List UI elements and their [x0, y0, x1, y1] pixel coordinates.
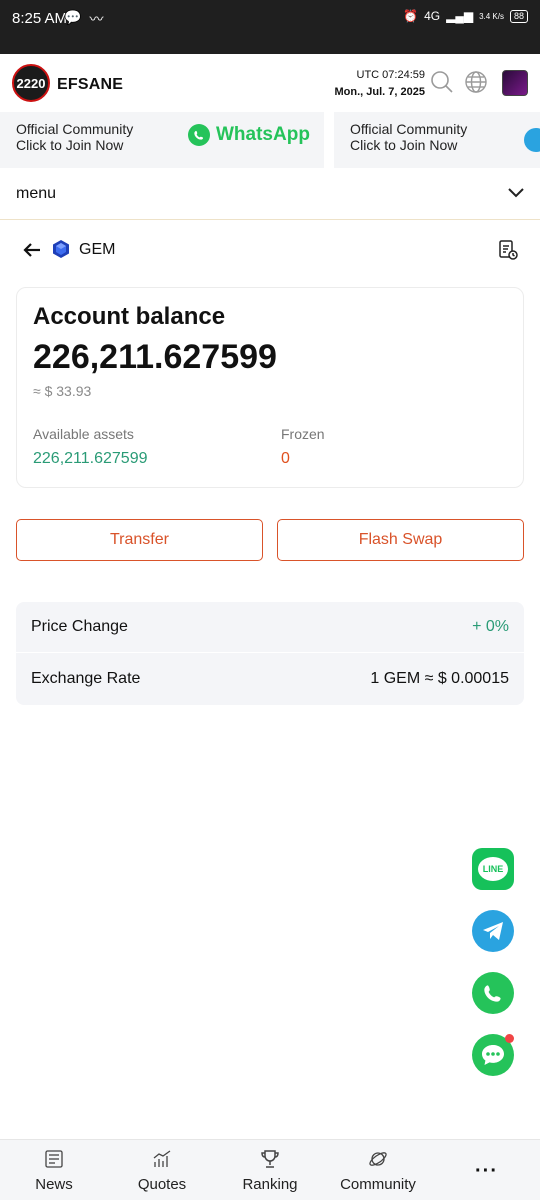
logo[interactable]: 2220: [12, 64, 50, 102]
price-change-label: Price Change: [31, 618, 128, 635]
battery-icon: 88: [509, 9, 528, 23]
quotes-icon: [153, 1150, 171, 1167]
utc-date: Mon., Jul. 7, 2025: [334, 86, 425, 98]
nav-community[interactable]: Community: [324, 1140, 432, 1200]
banner-card[interactable]: Official Community Click to Join Now: [334, 112, 540, 168]
price-change-value: + 0%: [472, 618, 509, 635]
chevron-down-icon: [508, 188, 524, 198]
nav-label: Community: [340, 1176, 416, 1193]
banner-line1: Official Community: [350, 121, 468, 137]
nav-label: News: [35, 1176, 73, 1193]
activity-icon: 〰: [89, 11, 104, 27]
status-right: ⏰ 4G ▂▄▆ 3.4 K/s 88: [403, 9, 528, 23]
utc-clock: UTC 07:24:59 Mon., Jul. 7, 2025: [335, 67, 425, 101]
chat-button[interactable]: [472, 1034, 514, 1076]
page-title: GEM: [79, 241, 116, 258]
news-icon: [45, 1150, 63, 1168]
search-icon[interactable]: [430, 70, 454, 94]
gem-coin-icon: [53, 240, 69, 258]
alarm-icon: ⏰: [403, 9, 419, 23]
community-banner[interactable]: Official Community Click to Join Now Wha…: [0, 112, 540, 168]
line-button[interactable]: LINE: [472, 848, 514, 890]
transfer-button[interactable]: Transfer: [16, 519, 263, 561]
line-icon: LINE: [478, 857, 508, 881]
app-header: 2220 EFSANE UTC 07:24:59 Mon., Jul. 7, 2…: [0, 54, 540, 112]
whatsapp-button[interactable]: [472, 972, 514, 1014]
records-icon[interactable]: [498, 239, 518, 261]
planet-icon: [369, 1152, 387, 1166]
notification-dot: [505, 1034, 514, 1043]
brand-name: EFSANE: [57, 76, 124, 93]
nav-label: Ranking: [242, 1176, 298, 1193]
banner-line2: Click to Join Now: [16, 137, 124, 153]
whatsapp-icon: [484, 985, 501, 1002]
banner-text: Official Community Click to Join Now: [350, 121, 467, 153]
telegram-icon: [483, 922, 503, 940]
nav-ranking[interactable]: Ranking: [216, 1140, 324, 1200]
whatsapp-label: WhatsApp: [188, 124, 310, 146]
exchange-rate-row: Exchange Rate 1 GEM ≈ $ 0.00015: [16, 654, 524, 705]
whatsapp-text: WhatsApp: [216, 124, 310, 145]
utc-time: UTC 07:24:59: [356, 69, 425, 81]
price-change-row: Price Change + 0%: [16, 602, 524, 653]
exchange-rate-value: 1 GEM ≈ $ 0.00015: [370, 670, 509, 687]
balance-card: Account balance 226,211.627599 ≈ $ 33.93…: [16, 287, 524, 488]
globe-icon[interactable]: [464, 70, 488, 94]
available-value: 226,211.627599: [33, 450, 148, 467]
trophy-icon: [261, 1150, 279, 1168]
banner-card[interactable]: Official Community Click to Join Now Wha…: [0, 112, 334, 168]
balance-heading: Account balance: [33, 303, 226, 330]
banner-line1: Official Community: [16, 121, 134, 137]
flash-swap-button[interactable]: Flash Swap: [277, 519, 524, 561]
more-icon[interactable]: ···: [475, 1160, 498, 1183]
notification-icons: 💬 〰: [64, 9, 103, 29]
info-table: Price Change + 0% Exchange Rate 1 GEM ≈ …: [16, 602, 524, 705]
logo-text: 2220: [16, 75, 46, 91]
bottom-nav: News Quotes Ranking Community: [0, 1139, 540, 1200]
battery-level: 88: [513, 10, 524, 21]
banner-text: Official Community Click to Join Now: [16, 121, 133, 153]
net-speed: 3.4 K/s: [479, 11, 504, 21]
nav-news[interactable]: News: [0, 1140, 108, 1200]
balance-usd: ≈ $ 33.93: [33, 383, 92, 399]
available-label: Available assets: [33, 426, 134, 442]
status-time: 8:25 AM: [12, 10, 68, 27]
exchange-rate-label: Exchange Rate: [31, 670, 141, 687]
network-type: 4G: [424, 9, 441, 23]
chat-bubble-icon: 💬: [64, 9, 82, 25]
frozen-label: Frozen: [281, 426, 325, 442]
avatar[interactable]: [502, 70, 528, 96]
frozen-value: 0: [281, 450, 290, 467]
whatsapp-icon: [188, 124, 210, 146]
back-arrow-icon[interactable]: [22, 240, 42, 260]
status-bar: 8:25 AM 💬 〰 ⏰ 4G ▂▄▆ 3.4 K/s 88: [0, 0, 540, 54]
banner-line2: Click to Join Now: [350, 137, 458, 153]
telegram-button[interactable]: [472, 910, 514, 952]
signal-icon: ▂▄▆: [446, 9, 474, 23]
menu-label: menu: [16, 185, 57, 202]
nav-quotes[interactable]: Quotes: [108, 1140, 216, 1200]
telegram-icon: [524, 128, 540, 152]
menu-dropdown[interactable]: menu: [0, 168, 540, 220]
chat-bubble-icon: [482, 1045, 504, 1065]
nav-label: Quotes: [137, 1176, 187, 1193]
balance-amount: 226,211.627599: [33, 338, 277, 376]
page-header: GEM: [0, 228, 540, 272]
